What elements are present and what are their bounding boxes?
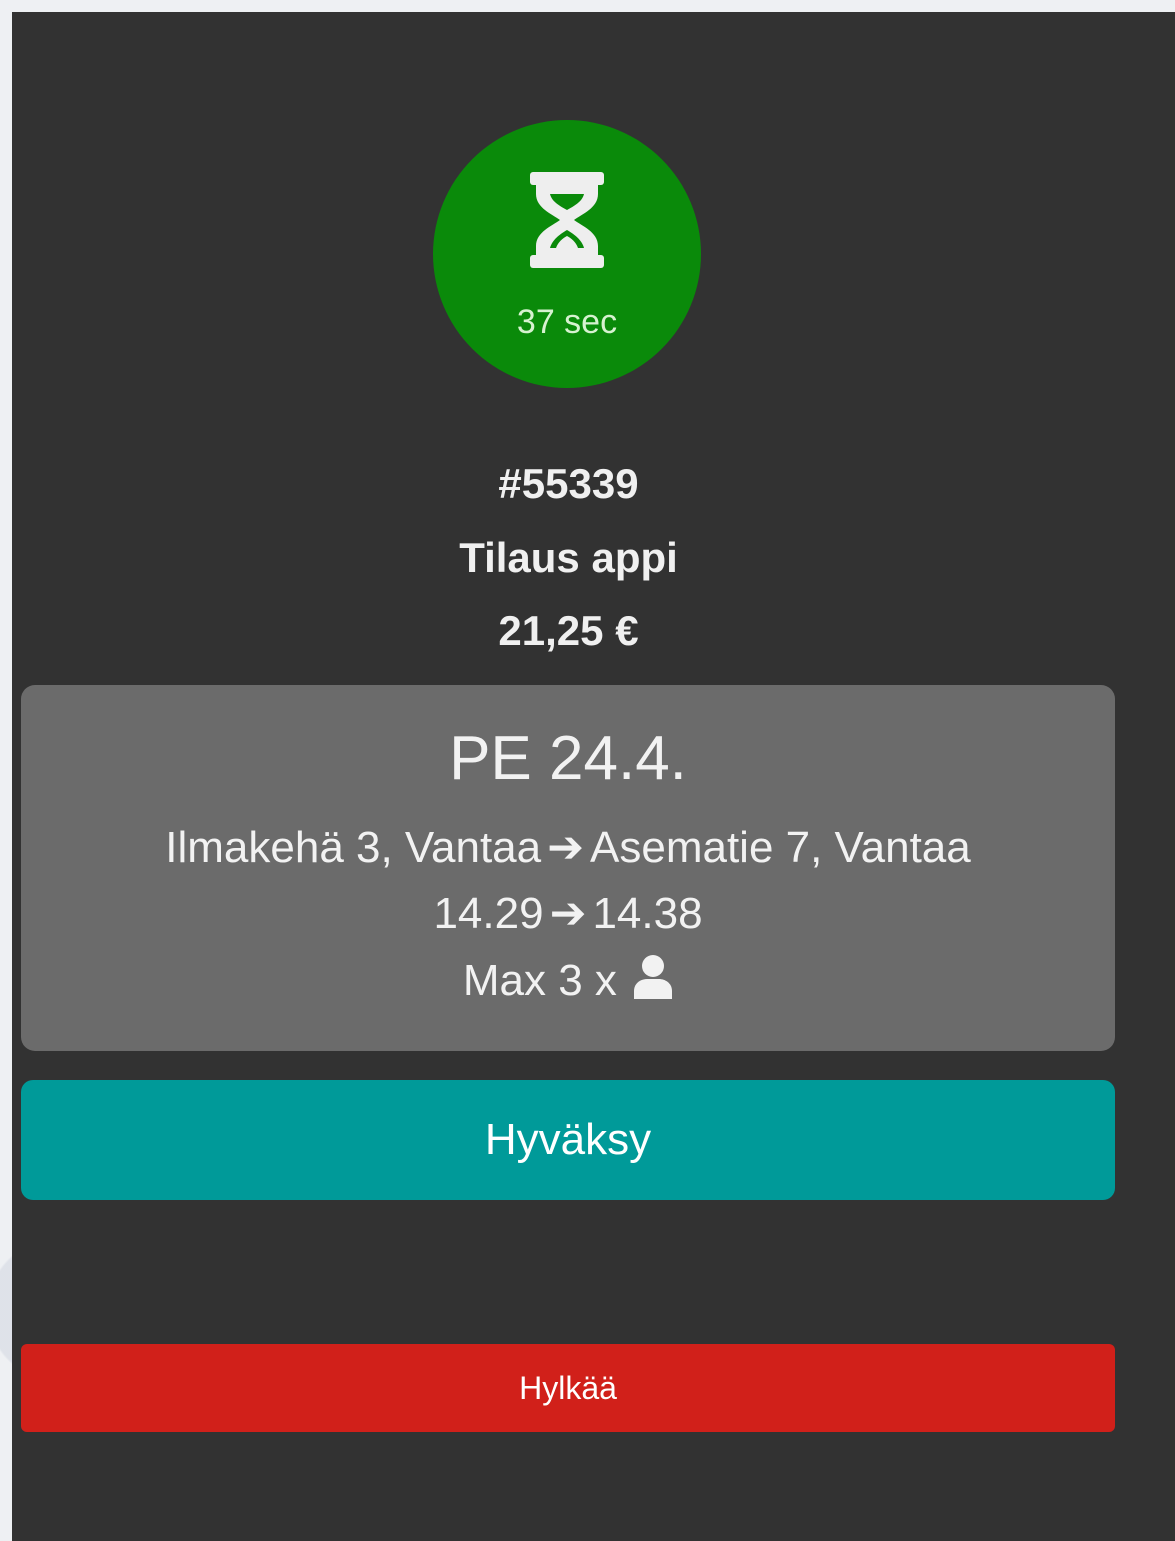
dropoff-address: Asematie 7, Vantaa [590, 823, 971, 872]
order-offer-panel: 37 sec #55339 Tilaus appi 21,25 € PE 24.… [12, 12, 1175, 1541]
passenger-capacity: Max 3 x [21, 955, 1115, 1007]
arrow-right-icon: ➔ [547, 823, 584, 872]
capacity-text: Max 3 x [462, 956, 617, 1005]
order-price: 21,25 € [498, 607, 639, 654]
accept-button[interactable]: Hyväksy [21, 1080, 1115, 1200]
hourglass-icon [530, 172, 604, 268]
arrow-right-icon: ➔ [549, 889, 587, 938]
trip-date: PE 24.4. [449, 724, 687, 793]
order-number: #55339 [498, 460, 639, 507]
dropoff-time: 14.38 [592, 889, 703, 938]
trip-route: Ilmakehä 3, Vantaa ➔ Asematie 7, Vantaa [21, 822, 1115, 874]
trip-times: 14.29 ➔ 14.38 [21, 888, 1115, 940]
pickup-time: 14.29 [433, 889, 544, 938]
pickup-address: Ilmakehä 3, Vantaa [165, 823, 542, 872]
countdown-text: 37 sec [516, 303, 618, 341]
order-source: Tilaus appi [459, 534, 678, 581]
trip-details-card: PE 24.4. Ilmakehä 3, Vantaa ➔ Asematie 7, … [21, 685, 1115, 1051]
person-icon [634, 955, 673, 999]
reject-button[interactable]: Hylkää [21, 1344, 1115, 1432]
countdown-timer: 37 sec [433, 120, 701, 388]
